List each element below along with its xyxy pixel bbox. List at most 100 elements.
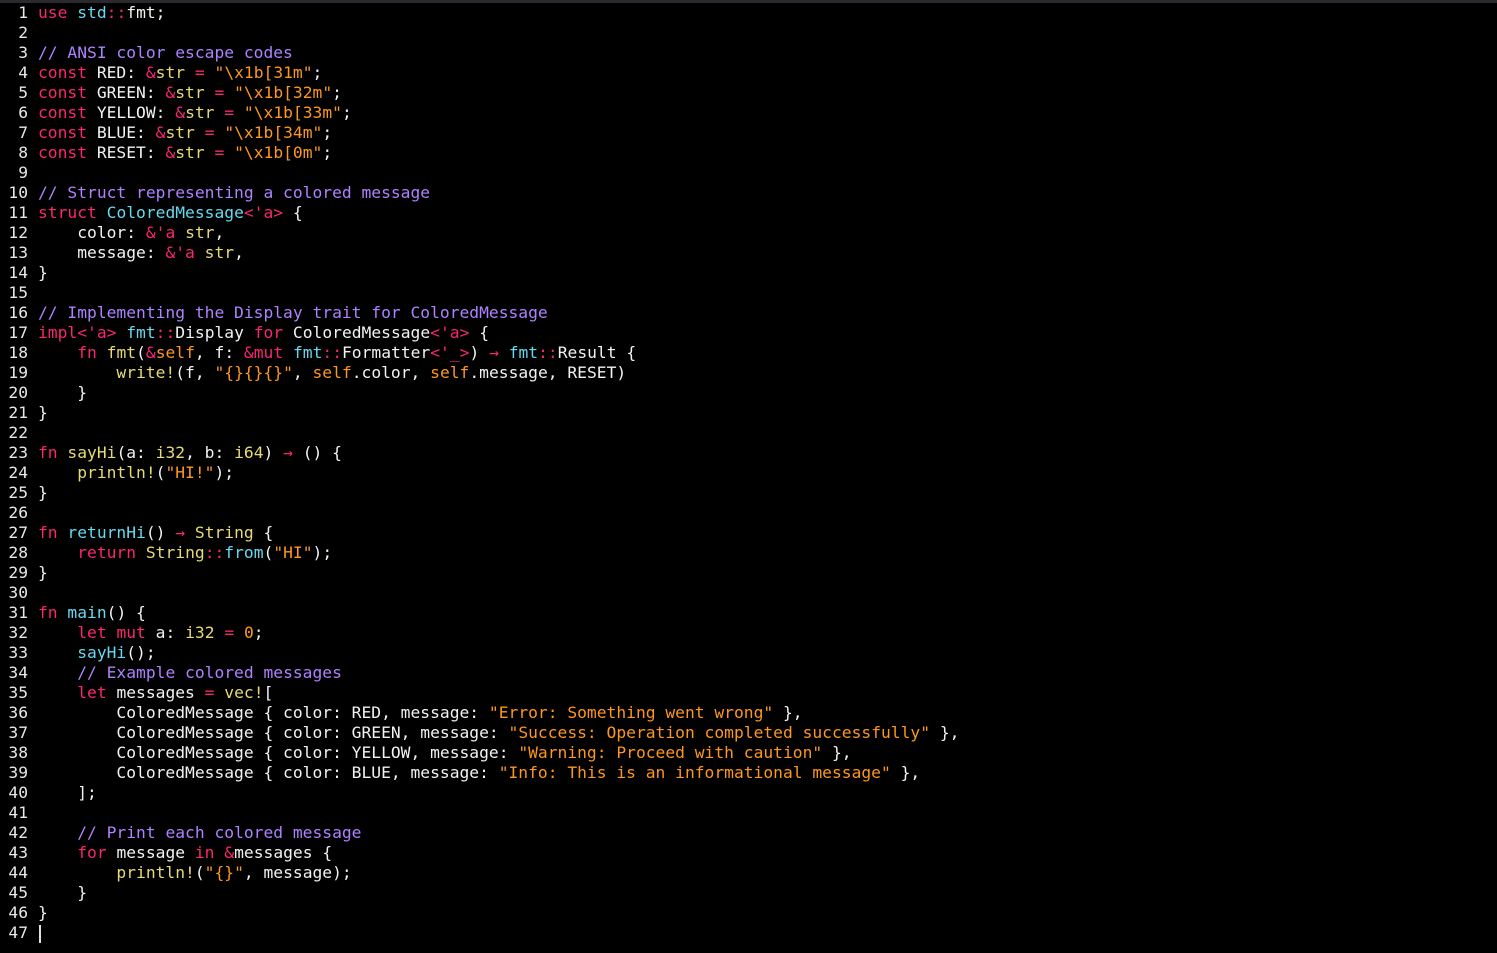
code-line[interactable]: 28 return String::from("HI"); [0, 543, 1497, 563]
code-line[interactable]: 16 // Implementing the Display trait for … [0, 303, 1497, 323]
line-content[interactable]: ColoredMessage { color: GREEN, message: … [38, 723, 959, 743]
code-line[interactable]: 41 [0, 803, 1497, 823]
line-content[interactable]: fn returnHi() → String { [38, 523, 273, 543]
code-line[interactable]: 32 let mut a: i32 = 0; [0, 623, 1497, 643]
code-line[interactable]: 4 const RED: &str = "\x1b[31m"; [0, 63, 1497, 83]
code-line[interactable]: 13 message: &'a str, [0, 243, 1497, 263]
code-line[interactable]: 5 const GREEN: &str = "\x1b[32m"; [0, 83, 1497, 103]
line-content[interactable]: println!("{}", message); [38, 863, 351, 883]
code-editor[interactable]: 1 use std::fmt; 2 3// ANSI color escape cod… [0, 0, 1497, 953]
code-line[interactable]: 25} [0, 483, 1497, 503]
code-line[interactable]: 21} [0, 403, 1497, 423]
line-content[interactable]: ColoredMessage { color: YELLOW, message:… [38, 743, 851, 763]
line-content[interactable]: // Implementing the Display trait for Co… [38, 303, 548, 323]
line-content[interactable]: const BLUE: &str = "\x1b[34m"; [38, 123, 332, 143]
line-number: 13 [8, 243, 28, 262]
line-content[interactable]: for message in &messages { [38, 843, 332, 863]
line-content[interactable]: } [38, 263, 48, 283]
code-line[interactable]: 40 ]; [0, 783, 1497, 803]
code-line[interactable]: 43 for message in &messages { [0, 843, 1497, 863]
code-line[interactable]: 44 println!("{}", message); [0, 863, 1497, 883]
code-line[interactable]: 15 [0, 283, 1497, 303]
line-content[interactable]: fn fmt(&self, f: &mut fmt::Formatter<'_>… [38, 343, 636, 363]
line-content[interactable]: // ANSI color escape codes [38, 43, 293, 63]
line-content[interactable]: } [38, 563, 48, 583]
code-line[interactable]: 2 [0, 23, 1497, 43]
code-line[interactable]: 12 color: &'a str, [0, 223, 1497, 243]
line-content[interactable]: color: &'a str, [38, 223, 224, 243]
line-content[interactable] [38, 923, 41, 943]
line-number: 16 [8, 303, 28, 322]
code-line[interactable]: 19 write!(f, "{}{}{}", self.color, self.… [0, 363, 1497, 383]
line-content[interactable]: return String::from("HI"); [38, 543, 332, 563]
code-line[interactable]: 30 [0, 583, 1497, 603]
line-number: 20 [8, 383, 28, 402]
line-content[interactable]: use std::fmt; [38, 3, 165, 23]
code-line[interactable]: 31 fn main() { [0, 603, 1497, 623]
line-content[interactable]: ]; [38, 783, 97, 803]
code-line[interactable]: 11 struct ColoredMessage<'a> { [0, 203, 1497, 223]
code-token: { [469, 323, 489, 342]
line-content[interactable]: struct ColoredMessage<'a> { [38, 203, 303, 223]
code-line[interactable]: 1 use std::fmt; [0, 3, 1497, 23]
code-token: const [38, 143, 88, 162]
code-line[interactable]: 24 println!("HI!"); [0, 463, 1497, 483]
code-line[interactable]: 39 ColoredMessage { color: BLUE, message… [0, 763, 1497, 783]
line-content[interactable]: write!(f, "{}{}{}", self.color, self.mes… [38, 363, 626, 383]
line-content[interactable]: fn sayHi(a: i32, b: i64) → () { [38, 443, 342, 463]
line-number: 11 [8, 203, 28, 222]
line-content[interactable]: const RESET: &str = "\x1b[0m"; [38, 143, 332, 163]
code-line[interactable]: 20 } [0, 383, 1497, 403]
line-content[interactable]: // Print each colored message [38, 823, 361, 843]
line-content[interactable]: const RED: &str = "\x1b[31m"; [38, 63, 322, 83]
code-token: str [175, 83, 205, 102]
code-line[interactable]: 47 [0, 923, 1497, 943]
line-content[interactable]: message: &'a str, [38, 243, 244, 263]
code-line[interactable]: 7 const BLUE: &str = "\x1b[34m"; [0, 123, 1497, 143]
code-line[interactable]: 34 // Example colored messages [0, 663, 1497, 683]
line-content[interactable]: } [38, 903, 48, 923]
code-line[interactable]: 33 sayHi(); [0, 643, 1497, 663]
code-token: , [234, 243, 244, 262]
code-line[interactable]: 10 // Struct representing a colored messa… [0, 183, 1497, 203]
line-content[interactable]: fn main() { [38, 603, 146, 623]
code-line[interactable]: 18 fn fmt(&self, f: &mut fmt::Formatter<… [0, 343, 1497, 363]
line-content[interactable]: // Example colored messages [38, 663, 342, 683]
code-line[interactable]: 27 fn returnHi() → String { [0, 523, 1497, 543]
code-line[interactable]: 23 fn sayHi(a: i32, b: i64) → () { [0, 443, 1497, 463]
code-line[interactable]: 46} [0, 903, 1497, 923]
line-content[interactable]: ColoredMessage { color: RED, message: "E… [38, 703, 802, 723]
code-line[interactable]: 42 // Print each colored message [0, 823, 1497, 843]
code-line[interactable]: 22 [0, 423, 1497, 443]
line-content[interactable]: let mut a: i32 = 0; [38, 623, 263, 643]
code-line[interactable]: 6 const YELLOW: &str = "\x1b[33m"; [0, 103, 1497, 123]
code-line[interactable]: 38 ColoredMessage { color: YELLOW, messa… [0, 743, 1497, 763]
line-content[interactable]: const YELLOW: &str = "\x1b[33m"; [38, 103, 352, 123]
line-content[interactable]: } [38, 483, 48, 503]
code-line[interactable]: 8 const RESET: &str = "\x1b[0m"; [0, 143, 1497, 163]
code-line[interactable]: 37 ColoredMessage { color: GREEN, messag… [0, 723, 1497, 743]
line-content[interactable]: } [38, 403, 48, 423]
code-line[interactable]: 14} [0, 263, 1497, 283]
code-line[interactable]: 29} [0, 563, 1497, 583]
line-content[interactable]: } [38, 883, 87, 903]
code-line[interactable]: 36 ColoredMessage { color: RED, message:… [0, 703, 1497, 723]
line-content[interactable]: let messages = vec![ [38, 683, 273, 703]
line-content[interactable]: impl<'a> fmt::Display for ColoredMessage… [38, 323, 489, 343]
line-content[interactable]: ColoredMessage { color: BLUE, message: "… [38, 763, 920, 783]
line-content[interactable]: } [38, 383, 87, 403]
code-line[interactable]: 35 let messages = vec![ [0, 683, 1497, 703]
line-content[interactable]: sayHi(); [38, 643, 155, 663]
code-token: = [224, 623, 235, 642]
code-line[interactable]: 9 [0, 163, 1497, 183]
code-line[interactable]: 26 [0, 503, 1497, 523]
code-line[interactable]: 3 // ANSI color escape codes [0, 43, 1497, 63]
code-line[interactable]: 17 impl<'a> fmt::Display for ColoredMessa… [0, 323, 1497, 343]
line-content[interactable]: println!("HI!"); [38, 463, 234, 483]
line-content[interactable]: // Struct representing a colored message [38, 183, 430, 203]
code-line[interactable]: 45 } [0, 883, 1497, 903]
line-content[interactable]: const GREEN: &str = "\x1b[32m"; [38, 83, 342, 103]
code-token: → [283, 443, 293, 462]
